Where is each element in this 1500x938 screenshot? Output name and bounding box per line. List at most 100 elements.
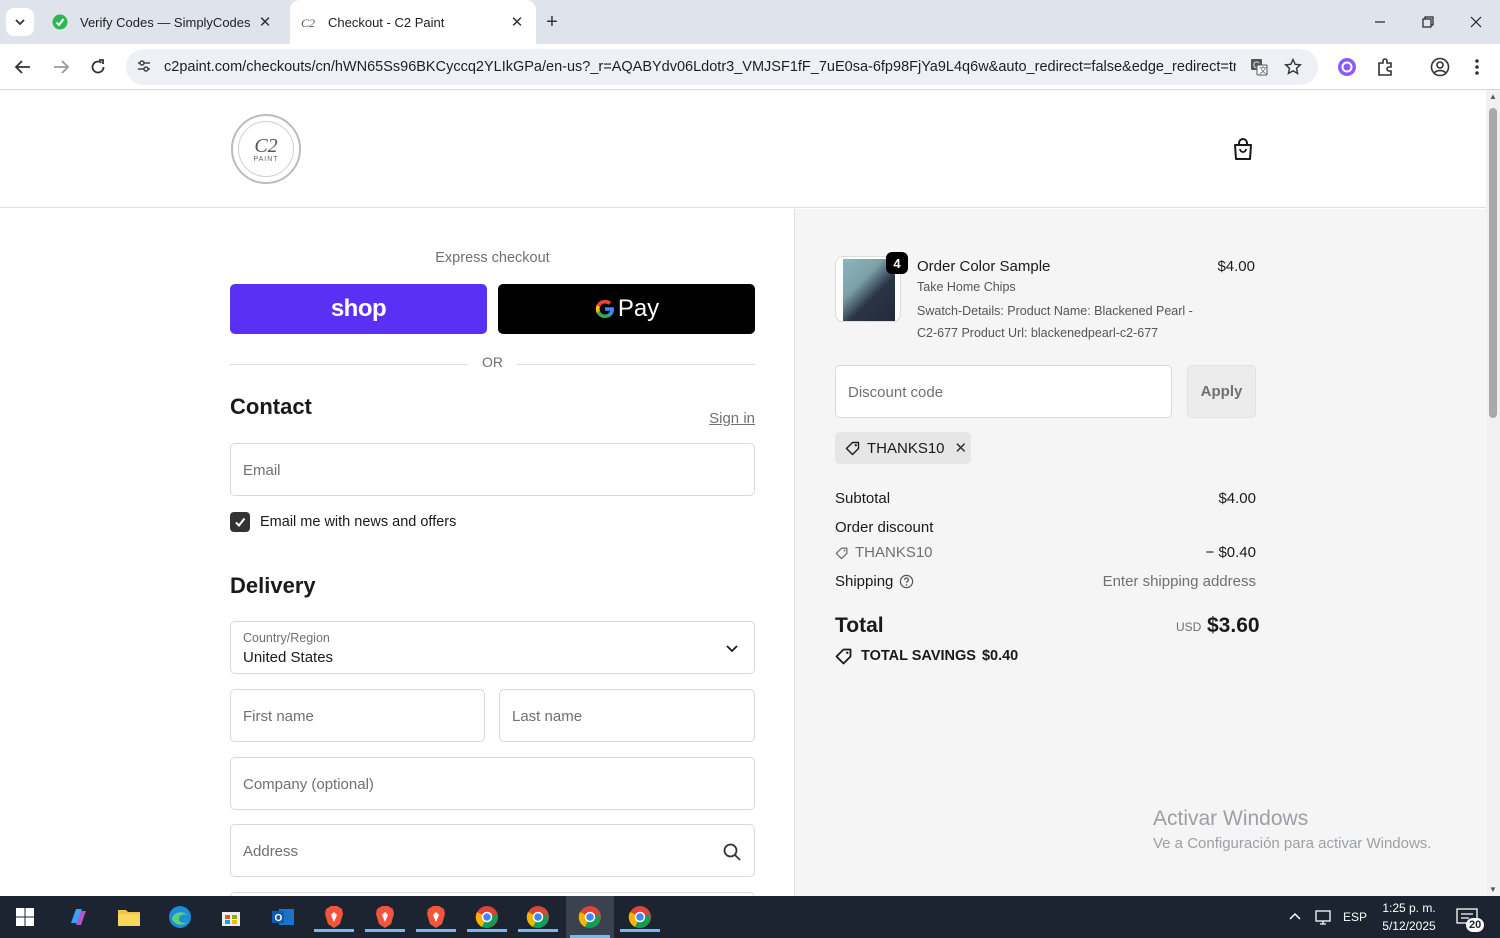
restore-icon[interactable] <box>1404 0 1452 44</box>
total-currency: USD <box>1176 620 1202 634</box>
tab-search-button[interactable] <box>6 8 34 36</box>
address-placeholder: Address <box>243 843 299 860</box>
outlook-icon[interactable]: O <box>268 902 298 932</box>
microsoft-store-icon[interactable] <box>216 902 246 932</box>
language-indicator[interactable]: ESP <box>1343 896 1367 938</box>
back-icon[interactable] <box>10 54 36 80</box>
address-bar[interactable]: c2paint.com/checkouts/cn/hWN65Ss96BKCycc… <box>126 49 1318 85</box>
brave-browser-icon[interactable] <box>365 902 405 932</box>
tag-icon <box>835 547 848 559</box>
tab-checkout[interactable]: C2 Checkout - C2 Paint ✕ <box>290 0 536 44</box>
svg-text:文: 文 <box>1259 65 1267 75</box>
scroll-down-icon[interactable]: ▼ <box>1488 885 1498 894</box>
browser-menu-icon[interactable] <box>1464 54 1490 80</box>
shipping-label: Shipping <box>835 573 894 590</box>
savings-label: TOTAL SAVINGS <box>861 648 976 664</box>
scrollbar-thumb[interactable] <box>1489 108 1497 418</box>
tag-icon <box>845 441 860 456</box>
translate-icon[interactable]: G文 <box>1248 56 1270 78</box>
savings-value: $0.40 <box>981 648 1019 664</box>
forward-icon[interactable] <box>48 54 74 80</box>
discount-code-cell: THANKS10 <box>835 544 933 561</box>
tab-title: Verify Codes — SimplyCodes <box>80 14 251 30</box>
applied-discount-chip: THANKS10 ✕ <box>835 432 971 464</box>
order-discount-row: Order discount <box>835 519 1256 536</box>
store-header: C2 PAINT <box>0 90 1486 208</box>
running-indicator <box>416 929 456 932</box>
email-placeholder: Email <box>243 462 281 479</box>
or-label: OR <box>482 354 503 370</box>
bookmark-star-icon[interactable] <box>1282 56 1304 78</box>
cart-bag-icon[interactable] <box>1230 136 1256 162</box>
edge-browser-icon[interactable] <box>165 902 195 932</box>
contact-heading: Contact <box>230 394 312 419</box>
file-explorer-icon[interactable] <box>114 902 144 932</box>
copilot-icon[interactable] <box>63 902 93 932</box>
help-circle-icon[interactable] <box>899 574 914 589</box>
notification-center[interactable]: 20 <box>1456 896 1485 938</box>
search-icon[interactable] <box>722 842 742 862</box>
sign-in-link[interactable]: Sign in <box>709 410 755 427</box>
extension-simplycodes-icon[interactable] <box>1334 54 1360 80</box>
close-window-icon[interactable] <box>1452 0 1500 44</box>
shop-pay-button[interactable]: shop <box>230 284 487 334</box>
logo-mark: C2 <box>254 134 278 157</box>
shipping-value: Enter shipping address <box>1102 573 1256 590</box>
chrome-icon[interactable] <box>620 902 660 932</box>
total-savings-row: TOTAL SAVINGS $0.40 <box>835 647 1018 665</box>
c2-favicon-icon: C2 <box>300 14 316 30</box>
newsletter-checkbox[interactable] <box>230 512 250 532</box>
url-text: c2paint.com/checkouts/cn/hWN65Ss96BKCycc… <box>164 59 1236 75</box>
newsletter-checkbox-row[interactable]: Email me with news and offers <box>230 512 456 532</box>
show-hidden-icons[interactable] <box>1288 896 1302 938</box>
tab-simplycodes[interactable]: Verify Codes — SimplyCodes ✕ <box>44 0 284 44</box>
discount-code-field[interactable]: Discount code <box>835 365 1172 418</box>
total-label: Total <box>835 614 884 637</box>
apply-discount-button[interactable]: Apply <box>1187 365 1256 418</box>
page-scrollbar[interactable]: ▲ ▼ <box>1486 90 1500 896</box>
reload-icon[interactable] <box>85 54 111 80</box>
first-name-field[interactable]: First name <box>230 689 485 742</box>
extensions-puzzle-icon[interactable] <box>1372 54 1398 80</box>
network-icon[interactable] <box>1313 896 1333 938</box>
site-info-icon[interactable] <box>136 58 152 74</box>
profile-icon[interactable] <box>1427 54 1453 80</box>
product-variant: Take Home Chips <box>917 280 1016 294</box>
windows-start-icon[interactable] <box>10 902 40 932</box>
product-name: Order Color Sample <box>917 258 1051 275</box>
system-clock[interactable]: 1:25 p. m. 5/12/2025 <box>1375 899 1443 935</box>
chevron-down-icon <box>726 645 738 653</box>
minimize-icon[interactable] <box>1356 0 1404 44</box>
store-logo[interactable]: C2 PAINT <box>231 114 301 184</box>
chrome-icon[interactable] <box>518 902 558 932</box>
close-tab-icon[interactable]: ✕ <box>508 13 526 31</box>
chevron-down-icon <box>15 19 25 26</box>
address-field[interactable]: Address <box>230 824 755 877</box>
logo-badge: C2 PAINT <box>238 121 294 177</box>
last-name-field[interactable]: Last name <box>499 689 755 742</box>
shop-pay-label: shop <box>330 295 387 322</box>
clock-date: 5/12/2025 <box>1382 919 1436 933</box>
browser-toolbar: c2paint.com/checkouts/cn/hWN65Ss96BKCycc… <box>0 44 1500 90</box>
browser-tab-strip: Verify Codes — SimplyCodes ✕ C2 Checkout… <box>0 0 1500 44</box>
simplycodes-favicon-icon <box>52 14 68 30</box>
google-pay-button[interactable]: Pay <box>498 284 755 334</box>
country-select[interactable]: Country/Region United States <box>230 621 755 674</box>
running-indicator <box>467 929 507 932</box>
total-value: $3.60 <box>1207 614 1260 637</box>
remove-discount-icon[interactable]: ✕ <box>955 439 968 457</box>
company-placeholder: Company (optional) <box>243 776 374 793</box>
google-g-icon <box>595 299 614 318</box>
chrome-icon[interactable] <box>467 902 507 932</box>
brave-browser-icon[interactable] <box>416 902 456 932</box>
delivery-heading: Delivery <box>230 573 316 598</box>
company-field[interactable]: Company (optional) <box>230 757 755 810</box>
chrome-active-icon[interactable] <box>566 896 614 938</box>
scroll-up-icon[interactable]: ▲ <box>1488 92 1498 101</box>
close-tab-icon[interactable]: ✕ <box>256 13 274 31</box>
new-tab-icon[interactable]: + <box>540 10 564 34</box>
discount-placeholder: Discount code <box>848 384 944 401</box>
first-name-placeholder: First name <box>243 708 314 725</box>
brave-browser-icon[interactable] <box>314 902 354 932</box>
email-field[interactable]: Email <box>230 443 755 496</box>
